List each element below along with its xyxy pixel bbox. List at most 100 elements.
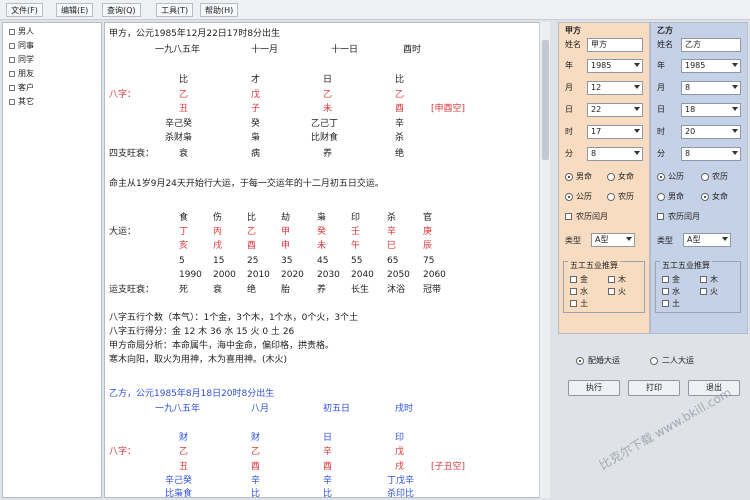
party-b-lunar-radio[interactable] [701, 173, 709, 181]
chevron-down-icon [634, 129, 640, 133]
party-b-minute-select[interactable]: 8 [681, 147, 741, 161]
party-a-title: 甲方 [565, 26, 581, 35]
type-label: 类型 [657, 236, 673, 245]
luck-age: 65 [387, 256, 399, 266]
b-branch: 酉 [323, 462, 333, 472]
tree-item[interactable]: 客户 [9, 83, 34, 93]
marriage-luck-radio[interactable] [576, 357, 584, 365]
luck-branch: 亥 [179, 241, 189, 251]
menu-help[interactable]: 帮助(H) [200, 3, 239, 17]
party-a-minute-select[interactable]: 8 [587, 147, 643, 161]
element-label: 木 [618, 275, 626, 284]
b-hidden-gods: 杀印比 [387, 489, 415, 498]
party-b-solar-radio[interactable] [657, 173, 665, 181]
element-checkbox[interactable] [570, 300, 577, 307]
party-a-type-select[interactable]: A型 [591, 233, 635, 247]
party-b-name-field[interactable]: 乙方 [681, 38, 741, 52]
party-b-day-select[interactable]: 18 [681, 103, 741, 117]
party-a-name-field[interactable]: 甲方 [587, 38, 643, 52]
b-lunar-day: 初五日 [323, 404, 351, 414]
scrollbar-thumb[interactable] [542, 40, 549, 160]
chevron-down-icon [626, 237, 632, 241]
marriage-luck-label: 配婚大运 [588, 356, 620, 365]
luck-year: 2030 [317, 270, 340, 280]
party-a-hour-select[interactable]: 17 [587, 125, 643, 139]
element-label: 木 [710, 275, 718, 284]
element-checkbox[interactable] [608, 276, 615, 283]
state-label: 四支旺衰： [109, 149, 155, 159]
a-hidden-gods: 杀 [395, 133, 405, 143]
menu-file[interactable]: 文件(F) [6, 3, 43, 17]
result-document[interactable]: 甲方，公元1985年12月22日17时8分出生 一九八五年 十一月 十一日 酉时… [104, 22, 550, 498]
luck-state: 养 [317, 285, 327, 295]
month-label: 月 [565, 83, 573, 92]
party-a-lunar-radio[interactable] [607, 193, 615, 201]
tree-item[interactable]: 同学 [9, 55, 34, 65]
tree-item[interactable]: 朋友 [9, 69, 34, 79]
month-label: 月 [657, 83, 665, 92]
b-lunar-year: 一九八五年 [155, 404, 201, 414]
menu-query[interactable]: 查询(Q) [102, 3, 141, 17]
luck-label: 大运： [109, 227, 137, 237]
group-title: 五工五业推算 [660, 261, 712, 271]
b-stem: 乙 [251, 447, 261, 457]
year-label: 年 [657, 61, 665, 70]
luck-branch: 未 [317, 241, 327, 251]
menu-tools[interactable]: 工具(T) [156, 3, 194, 17]
party-a-leap-checkbox[interactable] [565, 213, 572, 220]
menu-edit[interactable]: 编辑(E) [56, 3, 94, 17]
chevron-down-icon [732, 85, 738, 89]
chevron-down-icon [732, 107, 738, 111]
party-b-year-select[interactable]: 1985 [681, 59, 741, 73]
execute-button[interactable]: 执行 [568, 380, 620, 396]
party-a-month-select[interactable]: 12 [587, 81, 643, 95]
a-branch: 未 [323, 104, 333, 114]
group-title: 五工五业推算 [568, 261, 620, 271]
element-checkbox[interactable] [662, 288, 669, 295]
a-hidden-stems: 辛己癸 [165, 119, 193, 129]
party-b-type-select[interactable]: A型 [683, 233, 731, 247]
leap-label: 农历闰月 [576, 212, 608, 221]
party-a-solar-radio[interactable] [565, 193, 573, 201]
element-checkbox[interactable] [662, 276, 669, 283]
b-stem: 戊 [395, 447, 405, 457]
document-scrollbar[interactable] [539, 22, 550, 498]
party-a-day-select[interactable]: 22 [587, 103, 643, 117]
party-b-leap-checkbox[interactable] [657, 213, 664, 220]
element-checkbox[interactable] [662, 300, 669, 307]
party-b-month-select[interactable]: 8 [681, 81, 741, 95]
b-god: 财 [251, 433, 261, 443]
hour-label: 时 [565, 127, 573, 136]
tree-item[interactable]: 其它 [9, 97, 34, 107]
two-person-luck-radio[interactable] [650, 357, 658, 365]
b-god: 印 [395, 433, 405, 443]
b-hidden-stems: 辛 [323, 476, 333, 486]
tree-item[interactable]: 男人 [9, 27, 34, 37]
chevron-down-icon [722, 237, 728, 241]
element-checkbox[interactable] [700, 276, 707, 283]
analysis-line-2: 寒木向阳，取火为用神，木为喜用神。(木火) [109, 355, 288, 365]
print-button[interactable]: 打印 [628, 380, 680, 396]
element-checkbox[interactable] [700, 288, 707, 295]
b-hidden-stems: 辛己癸 [165, 476, 193, 486]
a-void: [申酉空] [431, 104, 466, 114]
element-checkbox[interactable] [570, 288, 577, 295]
element-checkbox[interactable] [608, 288, 615, 295]
bazi-label-b: 八字： [109, 447, 137, 457]
element-checkbox[interactable] [570, 276, 577, 283]
minute-label: 分 [565, 149, 573, 158]
chevron-down-icon [634, 107, 640, 111]
b-void: [子丑空] [431, 462, 466, 472]
party-b-female-radio[interactable] [701, 193, 709, 201]
party-b-hour-select[interactable]: 20 [681, 125, 741, 139]
party-a-female-radio[interactable] [607, 173, 615, 181]
folder-icon [9, 42, 15, 49]
tree-item[interactable]: 同事 [9, 41, 34, 51]
party-a-male-radio[interactable] [565, 173, 573, 181]
a-hidden-stems: 乙己丁 [311, 119, 339, 129]
party-a-year-select[interactable]: 1985 [587, 59, 643, 73]
type-label: 类型 [565, 236, 581, 245]
luck-branch: 戌 [213, 241, 223, 251]
party-b-male-radio[interactable] [657, 193, 665, 201]
category-tree: 男人 同事 同学 朋友 客户 其它 [2, 22, 102, 498]
